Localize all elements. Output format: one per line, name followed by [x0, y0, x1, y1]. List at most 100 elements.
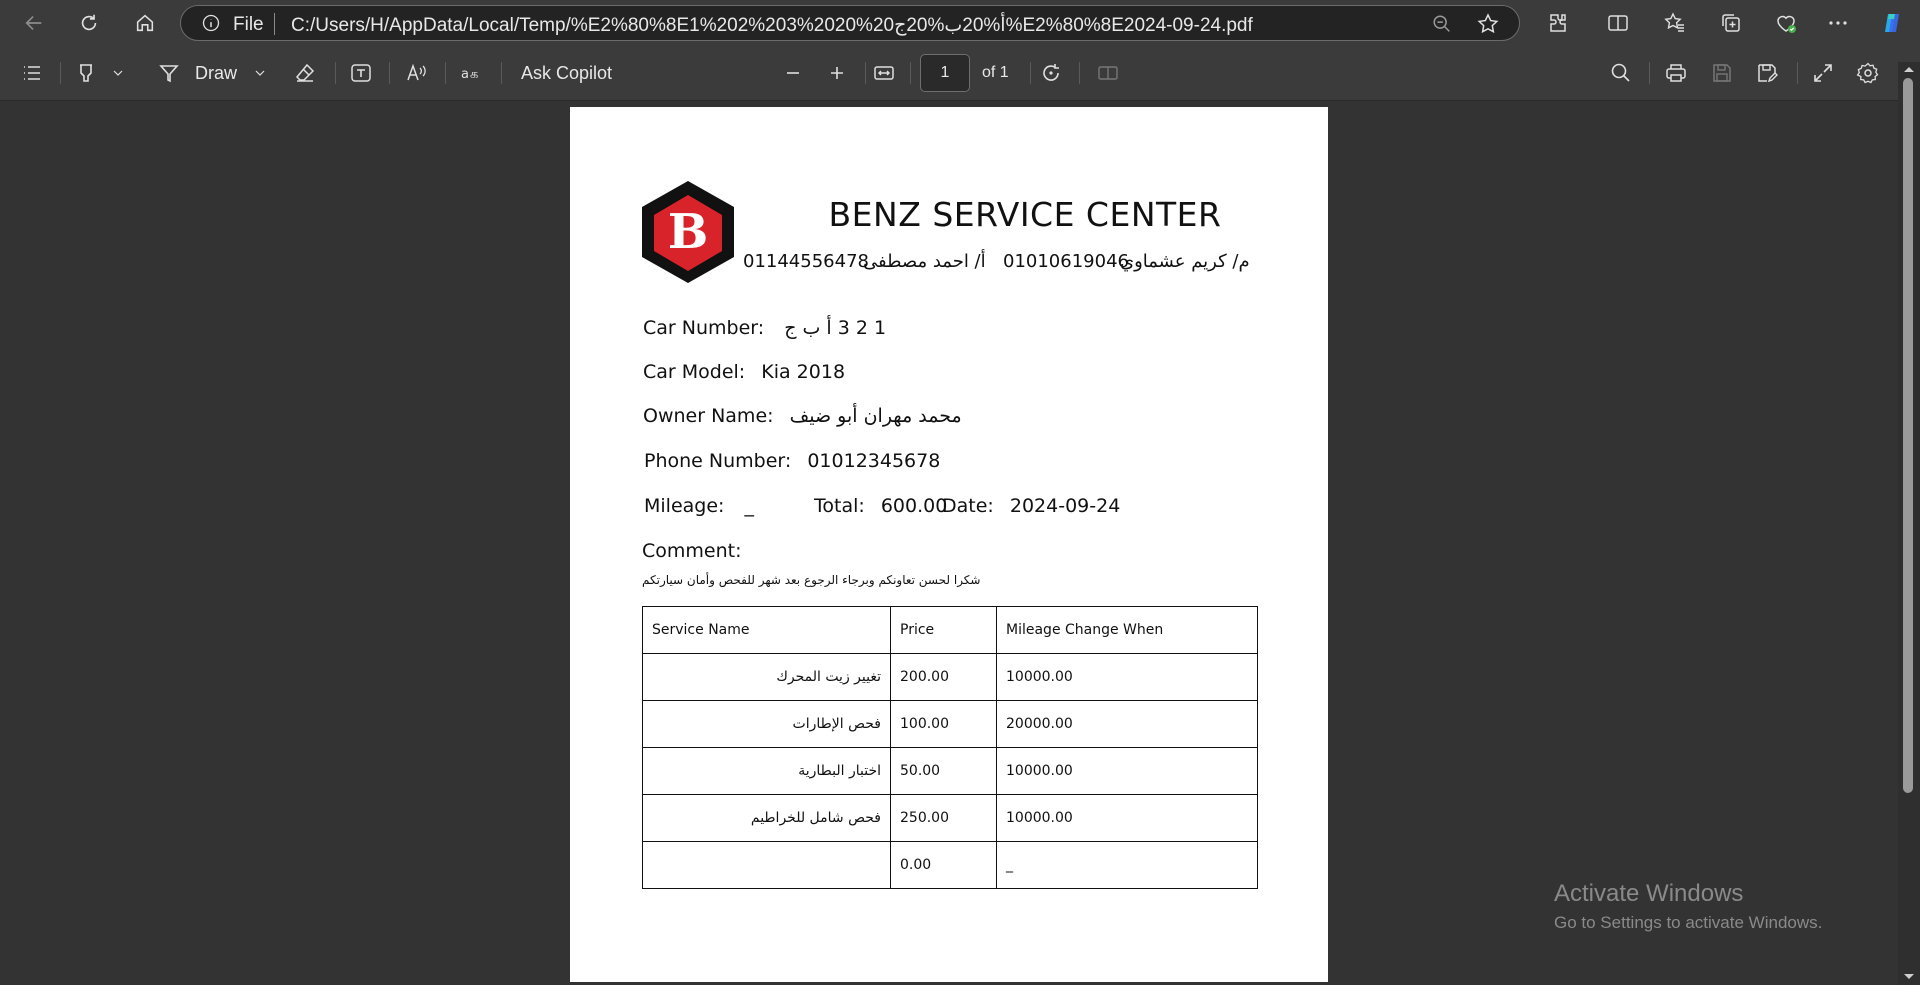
table-header-row: Service Name Price Mileage Change When — [642, 606, 1258, 654]
browser-essentials-button[interactable] — [1771, 8, 1801, 38]
services-table: Service Name Price Mileage Change When ت… — [642, 606, 1258, 889]
back-icon — [25, 15, 42, 31]
settings-button[interactable] — [1856, 58, 1880, 88]
phone-number-label: Phone Number: — [644, 450, 792, 472]
owner-name-value: محمد مهران أبو ضيف — [789, 405, 962, 427]
header-service-name: Service Name — [642, 606, 891, 654]
chevron-down-icon — [113, 70, 123, 76]
contact-2-phone: 01144556478 — [743, 251, 869, 272]
copilot-button[interactable] — [1877, 8, 1907, 38]
ask-copilot-label: Ask Copilot — [521, 62, 613, 83]
back-button[interactable] — [16, 5, 52, 41]
address-scheme-label: File — [233, 14, 264, 35]
translate-icon: aக — [461, 67, 478, 82]
toolbar-divider — [445, 62, 446, 84]
highlighter-icon — [80, 64, 92, 82]
read-aloud-icon — [407, 63, 426, 81]
home-icon — [136, 14, 154, 32]
contents-button[interactable] — [20, 58, 44, 88]
refresh-icon — [81, 14, 97, 31]
zoom-in-button[interactable] — [825, 58, 849, 88]
service-name-cell: اختبار البطارية — [642, 747, 891, 795]
toolbar-divider — [1030, 62, 1031, 84]
minus-icon — [787, 72, 799, 74]
service-name-cell: فحص شامل للخراطيم — [642, 794, 891, 842]
date-value: 2024-09-24 — [1009, 495, 1121, 517]
mileage-cell: _ — [996, 841, 1258, 889]
mileage-value: _ — [744, 495, 754, 517]
fit-to-width-button[interactable] — [872, 58, 896, 88]
toolbar-divider — [910, 62, 911, 84]
car-model-value: Kia 2018 — [761, 361, 846, 383]
favorites-button[interactable] — [1660, 8, 1690, 38]
price-cell: 200.00 — [890, 653, 997, 701]
more-button[interactable] — [1823, 8, 1853, 38]
phone-number-value: 01012345678 — [807, 450, 941, 472]
scrollbar-thumb[interactable] — [1903, 78, 1913, 793]
total-field: Total: 600.00 — [814, 495, 947, 517]
car-number-label: Car Number: — [643, 317, 765, 339]
save-as-icon — [1758, 64, 1778, 83]
info-icon[interactable] — [201, 13, 221, 33]
fit-width-icon — [874, 66, 894, 80]
scroll-up-arrow-icon[interactable] — [1900, 62, 1918, 76]
gear-icon — [1856, 62, 1879, 84]
erase-button[interactable] — [293, 58, 317, 88]
address-bar[interactable]: File C:/Users/H/AppData/Local/Temp/%E2%8… — [180, 5, 1520, 41]
owner-name-field: Owner Name: محمد مهران أبو ضيف — [643, 405, 962, 427]
ask-copilot-button[interactable]: Ask Copilot — [521, 58, 612, 88]
page-view-button[interactable] — [1096, 58, 1120, 88]
draw-button[interactable]: Draw — [157, 58, 237, 88]
highlight-button[interactable] — [74, 58, 98, 88]
find-button[interactable] — [1609, 58, 1633, 88]
extensions-icon — [1550, 14, 1566, 32]
scroll-down-arrow-icon[interactable] — [1900, 970, 1918, 984]
pdf-toolbar: Draw aக Ask Copilot 1 of 1 — [0, 46, 1920, 101]
fullscreen-button[interactable] — [1811, 58, 1835, 88]
chevron-down-icon — [255, 70, 265, 76]
logo-letter: B — [668, 204, 709, 260]
highlight-options-dropdown[interactable] — [110, 58, 126, 88]
page-number-input[interactable]: 1 — [920, 54, 970, 92]
toolbar-divider — [501, 62, 502, 84]
table-row: اختبار البطارية 50.00 10000.00 — [642, 747, 1258, 795]
table-row: تغيير زيت المحرك 200.00 10000.00 — [642, 653, 1258, 701]
add-text-button[interactable] — [349, 58, 373, 88]
address-url[interactable]: C:/Users/H/AppData/Local/Temp/%E2%80%8E1… — [291, 14, 1253, 37]
toolbar-divider — [389, 62, 390, 84]
zoom-out-button[interactable] — [781, 58, 805, 88]
collections-button[interactable] — [1716, 8, 1746, 38]
car-model-field: Car Model: Kia 2018 — [643, 361, 845, 383]
contact-2-name: أ/ احمد مصطفى — [863, 251, 986, 272]
save-as-button[interactable] — [1755, 58, 1779, 88]
toolbar-divider — [1797, 62, 1798, 84]
split-screen-button[interactable] — [1603, 8, 1633, 38]
mileage-cell: 10000.00 — [996, 653, 1258, 701]
total-value: 600.00 — [880, 495, 948, 517]
zoom-out-icon[interactable] — [1431, 13, 1453, 35]
rotate-button[interactable] — [1039, 58, 1063, 88]
benz-logo: B — [642, 181, 734, 283]
save-button[interactable] — [1710, 58, 1734, 88]
favorite-star-icon[interactable] — [1476, 12, 1500, 36]
copilot-icon — [1885, 14, 1899, 32]
translate-button[interactable]: aக — [460, 58, 484, 88]
read-aloud-button[interactable] — [405, 58, 429, 88]
print-button[interactable] — [1664, 58, 1688, 88]
draw-options-dropdown[interactable] — [252, 58, 268, 88]
rotate-icon — [1043, 64, 1059, 81]
svg-text:க: க — [470, 67, 478, 82]
date-field: Date: 2024-09-24 — [942, 495, 1120, 517]
price-cell: 50.00 — [890, 747, 997, 795]
extensions-button[interactable] — [1543, 8, 1573, 38]
activate-windows-title: Activate Windows — [1554, 880, 1744, 907]
save-disk-icon — [1713, 64, 1731, 82]
contact-1-name: م/ كريم عشماوي — [1120, 251, 1250, 272]
svg-text:a: a — [461, 67, 469, 82]
toolbar-divider — [1649, 62, 1650, 84]
refresh-button[interactable] — [71, 5, 107, 41]
home-button[interactable] — [127, 5, 163, 41]
table-of-contents-icon — [24, 66, 40, 80]
service-name-cell — [642, 841, 891, 889]
search-icon — [1611, 63, 1630, 82]
